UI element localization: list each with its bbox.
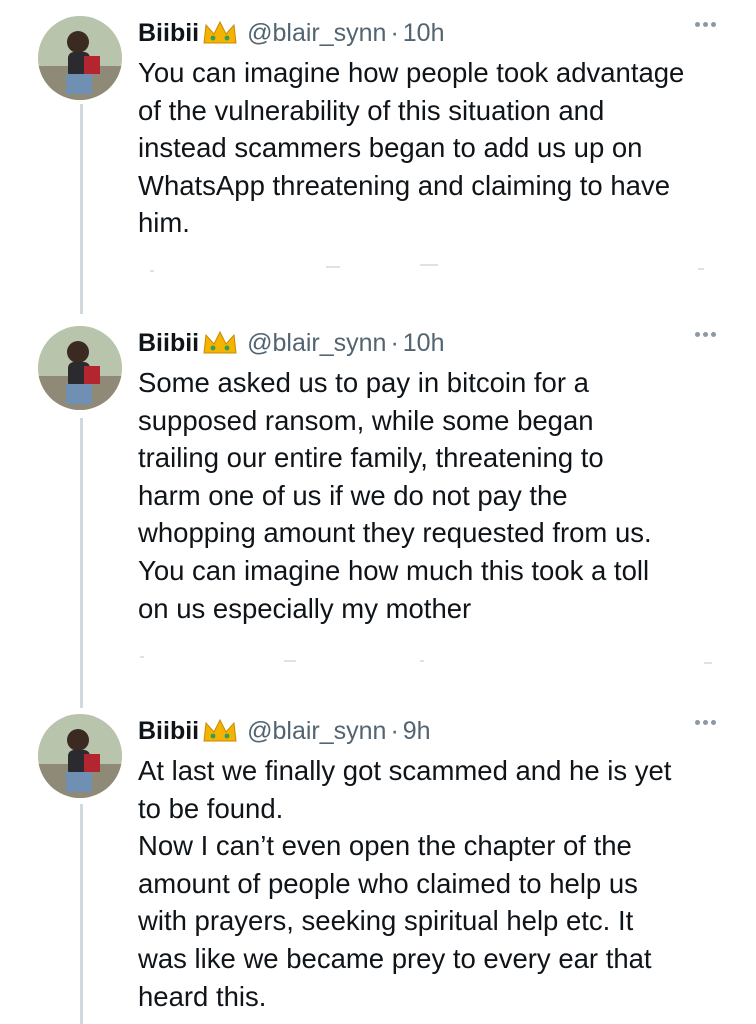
more-options-icon[interactable] xyxy=(695,332,716,337)
divider xyxy=(698,268,704,270)
divider xyxy=(326,266,340,268)
crown-icon xyxy=(201,329,239,357)
tweet-text: At last we finally got scammed and he is… xyxy=(138,755,672,1012)
avatar[interactable] xyxy=(38,714,122,798)
display-name[interactable]: Biibii xyxy=(138,329,199,358)
user-handle[interactable]: @blair_synn xyxy=(247,717,386,746)
crown-icon xyxy=(201,717,239,745)
avatar[interactable] xyxy=(38,326,122,410)
display-name[interactable]: Biibii xyxy=(138,19,199,48)
display-name[interactable]: Biibii xyxy=(138,717,199,746)
divider xyxy=(150,270,154,272)
tweet-header: Biibii @blair_synn · 10h xyxy=(138,16,445,50)
divider xyxy=(140,656,144,658)
avatar[interactable] xyxy=(38,16,122,100)
separator-dot: · xyxy=(390,716,399,745)
thread-connector-line xyxy=(80,804,83,1024)
divider xyxy=(420,660,424,662)
thread-connector-line xyxy=(80,418,83,708)
separator-dot: · xyxy=(390,328,399,357)
more-options-icon[interactable] xyxy=(695,22,716,27)
user-handle[interactable]: @blair_synn xyxy=(247,19,386,48)
timestamp[interactable]: 10h xyxy=(403,19,445,48)
divider xyxy=(704,662,712,664)
tweet-header: Biibii @blair_synn · 9h xyxy=(138,714,431,748)
tweet-header: Biibii @blair_synn · 10h xyxy=(138,326,445,360)
more-options-icon[interactable] xyxy=(695,720,716,725)
separator-dot: · xyxy=(390,18,399,47)
tweet-text: You can imagine how people took advantag… xyxy=(138,57,685,239)
thread-connector-line xyxy=(80,104,83,314)
timestamp[interactable]: 10h xyxy=(403,329,445,358)
divider xyxy=(420,264,438,266)
user-handle[interactable]: @blair_synn xyxy=(247,329,386,358)
tweet-text: Some asked us to pay in bitcoin for a su… xyxy=(138,367,652,624)
timestamp[interactable]: 9h xyxy=(403,717,431,746)
divider xyxy=(284,660,296,662)
crown-icon xyxy=(201,19,239,47)
